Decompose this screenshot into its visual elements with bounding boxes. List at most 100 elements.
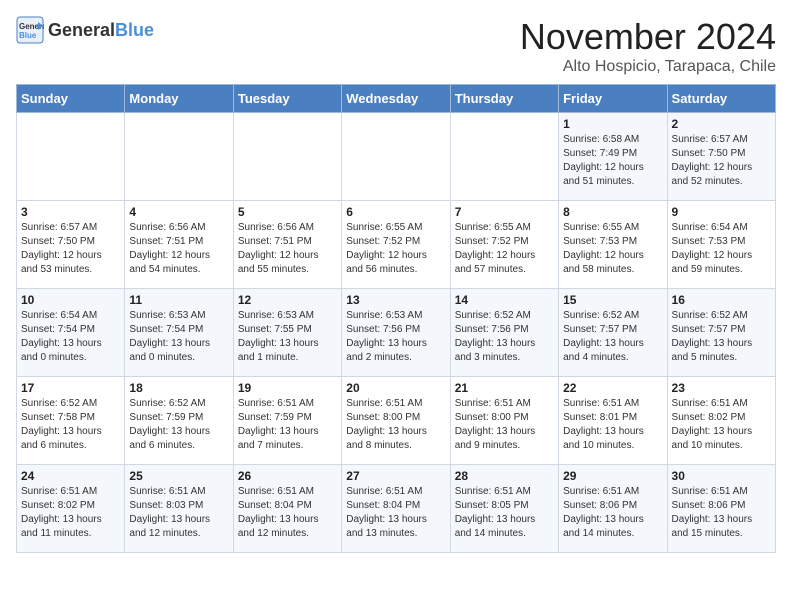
calendar-cell: 27 Sunrise: 6:51 AM Sunset: 8:04 PM Dayli…	[342, 465, 450, 553]
day-info: Sunrise: 6:52 AM Sunset: 7:58 PM Dayligh…	[21, 397, 120, 453]
calendar-week-row: 1 Sunrise: 6:58 AM Sunset: 7:49 PM Daylig…	[17, 113, 776, 201]
day-info: Sunrise: 6:51 AM Sunset: 8:02 PM Dayligh…	[21, 485, 120, 541]
calendar-cell: 25 Sunrise: 6:51 AM Sunset: 8:03 PM Dayli…	[125, 465, 233, 553]
logo-blue-text: Blue	[115, 20, 154, 40]
page-header: General Blue GeneralBlue November 2024 A…	[16, 16, 776, 76]
calendar-cell: 21Sunrise: 6:51 AM Sunset: 8:00 PM Dayli…	[450, 377, 558, 465]
day-info: Sunrise: 6:51 AM Sunset: 8:06 PM Dayligh…	[563, 485, 662, 541]
day-info: Sunrise: 6:52 AM Sunset: 7:57 PM Dayligh…	[672, 309, 771, 365]
calendar-cell: 6 Sunrise: 6:55 AM Sunset: 7:52 PM Daylig…	[342, 201, 450, 289]
day-number: 29	[563, 469, 662, 483]
day-info: Sunrise: 6:52 AM Sunset: 7:59 PM Dayligh…	[129, 397, 228, 453]
calendar-cell: 28Sunrise: 6:51 AM Sunset: 8:05 PM Dayli…	[450, 465, 558, 553]
calendar-cell: 13 Sunrise: 6:53 AM Sunset: 7:56 PM Dayli…	[342, 289, 450, 377]
calendar-cell: 2Sunrise: 6:57 AM Sunset: 7:50 PM Daylig…	[667, 113, 775, 201]
calendar-cell	[233, 113, 341, 201]
calendar-cell	[450, 113, 558, 201]
month-title: November 2024	[520, 16, 776, 58]
day-number: 20	[346, 381, 445, 395]
calendar-week-row: 3 Sunrise: 6:57 AM Sunset: 7:50 PM Daylig…	[17, 201, 776, 289]
calendar-cell: 1 Sunrise: 6:58 AM Sunset: 7:49 PM Daylig…	[559, 113, 667, 201]
day-number: 18	[129, 381, 228, 395]
day-number: 27	[346, 469, 445, 483]
day-info: Sunrise: 6:51 AM Sunset: 8:05 PM Dayligh…	[455, 485, 554, 541]
calendar-cell: 3 Sunrise: 6:57 AM Sunset: 7:50 PM Daylig…	[17, 201, 125, 289]
day-number: 25	[129, 469, 228, 483]
calendar-cell: 16 Sunrise: 6:52 AM Sunset: 7:57 PM Dayli…	[667, 289, 775, 377]
calendar-body: 1 Sunrise: 6:58 AM Sunset: 7:49 PM Daylig…	[17, 113, 776, 553]
day-info: Sunrise: 6:51 AM Sunset: 7:59 PM Dayligh…	[238, 397, 337, 453]
day-info: Sunrise: 6:52 AM Sunset: 7:57 PM Dayligh…	[563, 309, 662, 365]
day-number: 17	[21, 381, 120, 395]
calendar-table: SundayMondayTuesdayWednesdayThursdayFrid…	[16, 84, 776, 553]
day-number: 5	[238, 205, 337, 219]
location-title: Alto Hospicio, Tarapaca, Chile	[520, 58, 776, 76]
calendar-cell	[17, 113, 125, 201]
calendar-cell: 19 Sunrise: 6:51 AM Sunset: 7:59 PM Dayli…	[233, 377, 341, 465]
calendar-cell: 15Sunrise: 6:52 AM Sunset: 7:57 PM Dayli…	[559, 289, 667, 377]
day-number: 21	[455, 381, 554, 395]
calendar-cell: 11Sunrise: 6:53 AM Sunset: 7:54 PM Dayli…	[125, 289, 233, 377]
day-number: 9	[672, 205, 771, 219]
day-number: 26	[238, 469, 337, 483]
day-number: 14	[455, 293, 554, 307]
day-number: 3	[21, 205, 120, 219]
weekday-header-monday: Monday	[125, 85, 233, 113]
weekday-header-tuesday: Tuesday	[233, 85, 341, 113]
calendar-cell: 8 Sunrise: 6:55 AM Sunset: 7:53 PM Daylig…	[559, 201, 667, 289]
day-info: Sunrise: 6:51 AM Sunset: 8:04 PM Dayligh…	[238, 485, 337, 541]
weekday-header-saturday: Saturday	[667, 85, 775, 113]
day-info: Sunrise: 6:51 AM Sunset: 8:06 PM Dayligh…	[672, 485, 771, 541]
day-info: Sunrise: 6:55 AM Sunset: 7:52 PM Dayligh…	[346, 221, 445, 277]
weekday-header-thursday: Thursday	[450, 85, 558, 113]
day-info: Sunrise: 6:55 AM Sunset: 7:52 PM Dayligh…	[455, 221, 554, 277]
day-number: 2	[672, 117, 771, 131]
day-number: 10	[21, 293, 120, 307]
calendar-cell: 24 Sunrise: 6:51 AM Sunset: 8:02 PM Dayli…	[17, 465, 125, 553]
day-info: Sunrise: 6:53 AM Sunset: 7:55 PM Dayligh…	[238, 309, 337, 365]
day-number: 13	[346, 293, 445, 307]
day-info: Sunrise: 6:56 AM Sunset: 7:51 PM Dayligh…	[238, 221, 337, 277]
calendar-cell: 9 Sunrise: 6:54 AM Sunset: 7:53 PM Daylig…	[667, 201, 775, 289]
day-info: Sunrise: 6:55 AM Sunset: 7:53 PM Dayligh…	[563, 221, 662, 277]
calendar-cell: 18 Sunrise: 6:52 AM Sunset: 7:59 PM Dayli…	[125, 377, 233, 465]
day-number: 6	[346, 205, 445, 219]
calendar-cell: 17 Sunrise: 6:52 AM Sunset: 7:58 PM Dayli…	[17, 377, 125, 465]
day-number: 22	[563, 381, 662, 395]
calendar-cell: 20 Sunrise: 6:51 AM Sunset: 8:00 PM Dayli…	[342, 377, 450, 465]
calendar-cell: 30Sunrise: 6:51 AM Sunset: 8:06 PM Dayli…	[667, 465, 775, 553]
day-info: Sunrise: 6:51 AM Sunset: 8:03 PM Dayligh…	[129, 485, 228, 541]
day-info: Sunrise: 6:58 AM Sunset: 7:49 PM Dayligh…	[563, 133, 662, 189]
calendar-cell	[342, 113, 450, 201]
calendar-cell: 22 Sunrise: 6:51 AM Sunset: 8:01 PM Dayli…	[559, 377, 667, 465]
svg-text:Blue: Blue	[19, 31, 37, 40]
day-info: Sunrise: 6:51 AM Sunset: 8:01 PM Dayligh…	[563, 397, 662, 453]
weekday-header-friday: Friday	[559, 85, 667, 113]
day-number: 8	[563, 205, 662, 219]
day-number: 4	[129, 205, 228, 219]
day-number: 19	[238, 381, 337, 395]
calendar-week-row: 24 Sunrise: 6:51 AM Sunset: 8:02 PM Dayli…	[17, 465, 776, 553]
calendar-cell: 12Sunrise: 6:53 AM Sunset: 7:55 PM Dayli…	[233, 289, 341, 377]
day-number: 24	[21, 469, 120, 483]
calendar-week-row: 17 Sunrise: 6:52 AM Sunset: 7:58 PM Dayli…	[17, 377, 776, 465]
day-number: 16	[672, 293, 771, 307]
day-info: Sunrise: 6:57 AM Sunset: 7:50 PM Dayligh…	[21, 221, 120, 277]
calendar-cell: 5 Sunrise: 6:56 AM Sunset: 7:51 PM Daylig…	[233, 201, 341, 289]
calendar-cell: 7 Sunrise: 6:55 AM Sunset: 7:52 PM Daylig…	[450, 201, 558, 289]
day-number: 1	[563, 117, 662, 131]
day-info: Sunrise: 6:51 AM Sunset: 8:02 PM Dayligh…	[672, 397, 771, 453]
day-info: Sunrise: 6:53 AM Sunset: 7:56 PM Dayligh…	[346, 309, 445, 365]
calendar-cell	[125, 113, 233, 201]
day-info: Sunrise: 6:51 AM Sunset: 8:04 PM Dayligh…	[346, 485, 445, 541]
day-number: 7	[455, 205, 554, 219]
logo-icon: General Blue	[16, 16, 44, 44]
weekday-header-wednesday: Wednesday	[342, 85, 450, 113]
day-info: Sunrise: 6:53 AM Sunset: 7:54 PM Dayligh…	[129, 309, 228, 365]
day-info: Sunrise: 6:56 AM Sunset: 7:51 PM Dayligh…	[129, 221, 228, 277]
day-number: 23	[672, 381, 771, 395]
day-info: Sunrise: 6:52 AM Sunset: 7:56 PM Dayligh…	[455, 309, 554, 365]
day-info: Sunrise: 6:54 AM Sunset: 7:54 PM Dayligh…	[21, 309, 120, 365]
day-info: Sunrise: 6:51 AM Sunset: 8:00 PM Dayligh…	[346, 397, 445, 453]
day-info: Sunrise: 6:54 AM Sunset: 7:53 PM Dayligh…	[672, 221, 771, 277]
